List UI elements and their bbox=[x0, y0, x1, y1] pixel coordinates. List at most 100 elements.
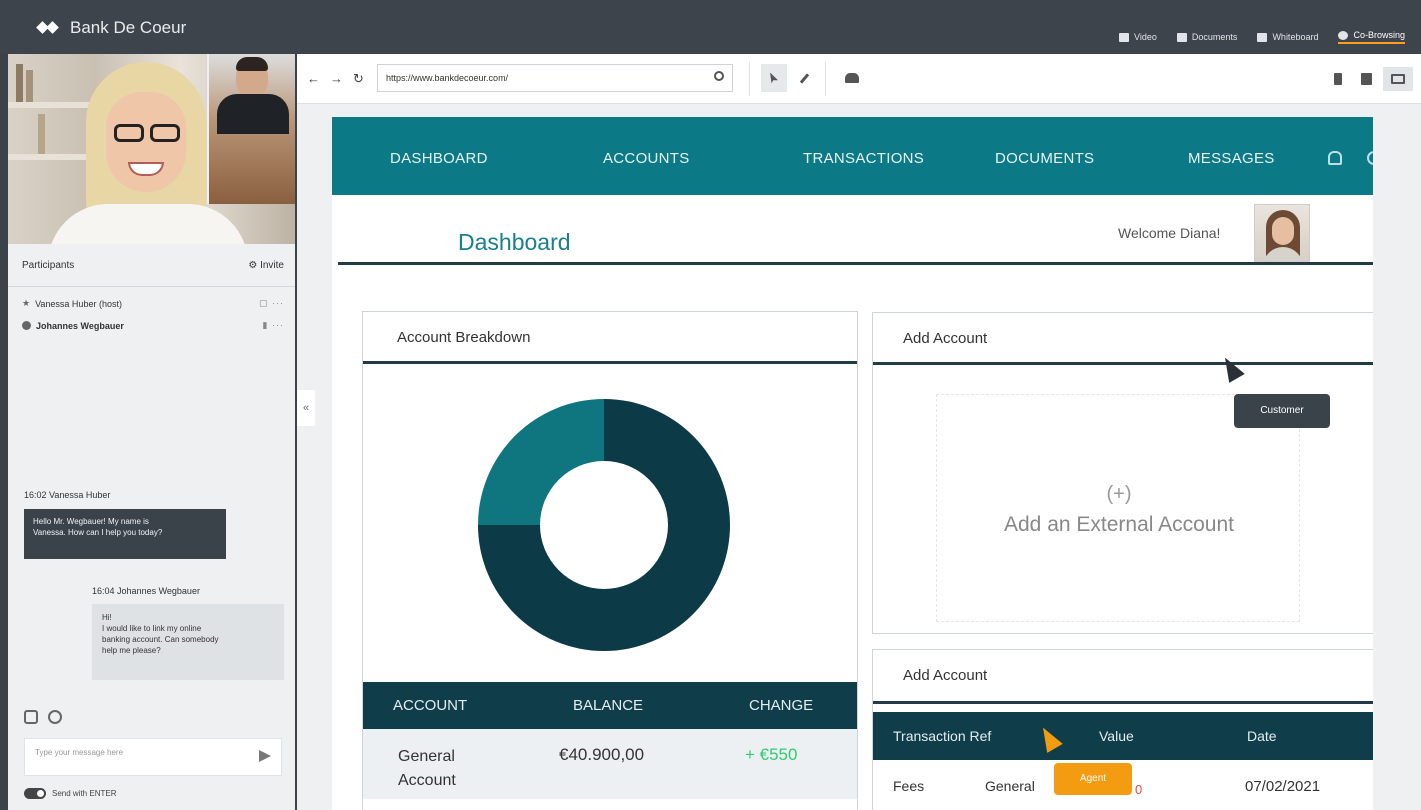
pointer-icon bbox=[770, 72, 778, 84]
co-browser: ← → ↻ https://www.bankdecoeur.com/ DASHB… bbox=[297, 54, 1421, 810]
participants-header: Participants ⚙ Invite bbox=[22, 260, 284, 271]
chat-author: Johannes Wegbauer bbox=[117, 586, 200, 596]
card-title: Account Breakdown bbox=[363, 312, 857, 364]
tx-date: 07/02/2021 bbox=[1245, 778, 1321, 795]
send-on-enter-label: Send with ENTER bbox=[52, 789, 117, 798]
send-on-enter[interactable]: Send with ENTER bbox=[24, 788, 116, 799]
donut-svg bbox=[478, 399, 730, 651]
participant-video bbox=[207, 54, 295, 204]
left-panel: Participants ⚙ Invite ★ Vanessa Huber (ho… bbox=[8, 54, 295, 810]
chat-message-incoming: Hello Mr. Wegbauer! My name is Vanessa. … bbox=[24, 509, 226, 559]
donut-chart bbox=[363, 367, 857, 682]
avatar[interactable] bbox=[1254, 204, 1310, 262]
bell-icon[interactable] bbox=[1328, 151, 1342, 165]
invite-button[interactable]: ⚙ Invite bbox=[248, 260, 284, 271]
refresh-icon[interactable]: ↻ bbox=[353, 71, 364, 87]
url-text: https://www.bankdecoeur.com/ bbox=[386, 73, 509, 83]
add-external-account-button[interactable]: (+) Add an External Account bbox=[936, 394, 1300, 622]
participant-name-wrap: Johannes Wegbauer bbox=[22, 321, 124, 331]
divider bbox=[8, 286, 295, 287]
participant-body bbox=[217, 94, 289, 134]
mode-label: Whiteboard bbox=[1272, 32, 1319, 42]
mobile-view[interactable] bbox=[1327, 67, 1349, 91]
col-change: CHANGE bbox=[749, 697, 814, 714]
desktop-view[interactable] bbox=[1383, 67, 1413, 91]
add-external-account-label: Add an External Account bbox=[1004, 513, 1234, 536]
mode-label: Documents bbox=[1191, 32, 1238, 42]
title-rule bbox=[338, 262, 1373, 265]
tx-ref: Fees bbox=[893, 778, 925, 794]
power-icon[interactable] bbox=[1367, 151, 1373, 165]
star-icon: ★ bbox=[22, 298, 31, 308]
chat-meta: 16:04 Johannes Wegbauer bbox=[92, 586, 200, 596]
tablet-view[interactable] bbox=[1355, 67, 1377, 91]
account-name: General Account bbox=[398, 748, 456, 789]
emoji-icon[interactable] bbox=[48, 710, 62, 724]
card-title: Add Account bbox=[873, 313, 1373, 365]
chat-author: Vanessa Huber bbox=[49, 490, 111, 500]
pointer-tool[interactable] bbox=[761, 64, 787, 92]
users-tool[interactable] bbox=[839, 64, 865, 92]
desktop-icon bbox=[1391, 74, 1405, 84]
mode-documents[interactable]: Documents bbox=[1176, 30, 1238, 44]
nav-dashboard[interactable]: DASHBOARD bbox=[390, 150, 488, 167]
chat-time: 16:02 bbox=[24, 490, 47, 500]
collapse-panel-button[interactable]: « bbox=[297, 390, 315, 426]
tx-account: General bbox=[985, 778, 1035, 794]
message-input[interactable]: Type your message here bbox=[24, 738, 282, 776]
host-video bbox=[8, 54, 295, 244]
pen-tool[interactable] bbox=[791, 64, 817, 92]
participant-row[interactable]: Johannes Wegbauer ▮ ··· bbox=[22, 320, 284, 331]
top-bar: Bank De Coeur Video Documents Whiteboard… bbox=[0, 0, 1421, 54]
invite-label: Invite bbox=[260, 260, 284, 271]
col-account: ACCOUNT bbox=[393, 697, 468, 714]
send-on-enter-toggle[interactable] bbox=[24, 788, 46, 799]
url-bar[interactable]: https://www.bankdecoeur.com/ bbox=[377, 64, 733, 92]
participant-actions[interactable]: ▢ ··· bbox=[259, 298, 284, 309]
account-row[interactable]: General Account €40.900,00 + €550 bbox=[363, 729, 857, 799]
host-face bbox=[106, 92, 186, 192]
participant-name: Johannes Wegbauer bbox=[36, 320, 124, 331]
col-balance: BALANCE bbox=[573, 697, 644, 714]
col-ref: Transaction Ref bbox=[893, 728, 992, 744]
tx-value: 0 bbox=[1135, 782, 1143, 797]
bank-site: DASHBOARD ACCOUNTS TRANSACTIONS DOCUMENT… bbox=[332, 117, 1373, 810]
mode-label: Video bbox=[1134, 32, 1157, 42]
participant-hair bbox=[236, 57, 268, 71]
nav-transactions[interactable]: TRANSACTIONS bbox=[803, 150, 924, 167]
whiteboard-icon bbox=[1257, 32, 1268, 42]
nav-messages[interactable]: MESSAGES bbox=[1188, 150, 1275, 167]
eye-icon bbox=[1338, 30, 1349, 40]
brand[interactable]: Bank De Coeur bbox=[36, 18, 186, 38]
participant-actions[interactable]: ▮ ··· bbox=[263, 320, 284, 331]
nav-arrows: ← → ↻ bbox=[307, 71, 364, 87]
host-shirt bbox=[48, 204, 248, 244]
search-icon[interactable] bbox=[714, 71, 724, 81]
divider bbox=[749, 62, 750, 96]
nav-accounts[interactable]: ACCOUNTS bbox=[603, 150, 690, 167]
send-icon[interactable] bbox=[259, 750, 271, 762]
card-title: Add Account bbox=[873, 650, 1373, 704]
mode-whiteboard[interactable]: Whiteboard bbox=[1257, 30, 1318, 44]
chat-time: 16:04 bbox=[92, 586, 115, 596]
message-placeholder: Type your message here bbox=[35, 748, 124, 757]
mode-label: Co-Browsing bbox=[1353, 30, 1405, 40]
mode-co-browsing[interactable]: Co-Browsing bbox=[1338, 30, 1405, 44]
user-icon bbox=[22, 321, 31, 330]
forward-icon[interactable]: → bbox=[330, 71, 343, 87]
brand-logo-icon bbox=[36, 19, 60, 37]
attachment-icon[interactable] bbox=[24, 710, 38, 724]
welcome-text: Welcome Diana! bbox=[1118, 225, 1221, 241]
donut-slice[interactable] bbox=[478, 399, 604, 525]
divider bbox=[825, 62, 826, 96]
chat-tools bbox=[24, 710, 62, 724]
participant-row[interactable]: ★ Vanessa Huber (host) ▢ ··· bbox=[22, 298, 284, 309]
mode-video[interactable]: Video bbox=[1119, 30, 1157, 44]
nav-documents[interactable]: DOCUMENTS bbox=[995, 150, 1094, 167]
accounts-table-header: ACCOUNT BALANCE CHANGE bbox=[363, 682, 857, 729]
back-icon[interactable]: ← bbox=[307, 71, 320, 87]
participant-name-wrap: ★ Vanessa Huber (host) bbox=[22, 298, 122, 309]
glasses bbox=[108, 124, 184, 142]
pen-icon bbox=[799, 72, 809, 84]
book bbox=[16, 64, 23, 102]
